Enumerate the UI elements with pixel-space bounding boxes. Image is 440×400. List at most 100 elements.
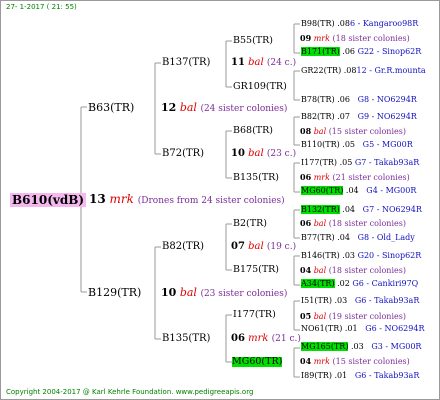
gen4-year: .05 xyxy=(339,158,353,167)
gen3-count: 05 xyxy=(300,311,312,321)
gen3-mating: 04 mrk (15 sister colonies) xyxy=(300,357,410,366)
gen4-row: MG165(TR) .03 G3 - MG00R xyxy=(301,342,422,351)
gen4-year: .06 xyxy=(342,47,356,56)
gen2-mark: bal xyxy=(248,148,264,159)
gen4-queen-name[interactable]: B98(TR) xyxy=(301,19,335,28)
root-drone-desc: (Drones from 24 sister colonies) xyxy=(137,196,285,206)
gen4-ref: G7 - NO6294R xyxy=(362,205,422,214)
gen4-ref: G3 - MG00R xyxy=(371,342,422,351)
gen4-year: .05 xyxy=(342,140,356,149)
gen4-year: .04 xyxy=(337,233,350,242)
gen2-mark: mrk xyxy=(248,333,269,344)
gen2-queen-name[interactable]: B137(TR) xyxy=(162,58,210,68)
gen1-father-name[interactable]: B129(TR) xyxy=(88,287,141,298)
gen4-row: B171(TR) .06 G22 - Sinop62R xyxy=(301,47,421,56)
gen4-year: .07 xyxy=(337,112,350,121)
gen4-year: .01 xyxy=(344,324,358,333)
gen3-count: 09 xyxy=(300,33,312,43)
gen4-year: .08 xyxy=(337,19,350,28)
gen1-mother-count: 12 xyxy=(161,101,177,114)
gen4-queen-name[interactable]: B171(TR) xyxy=(301,47,340,56)
gen3-queen-name[interactable]: B2(TR) xyxy=(233,219,267,229)
gen4-queen-name[interactable]: B110(TR) xyxy=(301,140,340,149)
gen1-mother-mating: 12 bal (24 sister colonies) xyxy=(161,102,287,114)
timestamp: 27- 1-2017 ( 21: 55) xyxy=(6,3,77,11)
gen3-desc: (15 sister colonies) xyxy=(328,127,406,136)
gen4-row: I51(TR) .03 G6 - Takab93aR xyxy=(301,297,419,305)
gen3-count: 06 xyxy=(300,172,312,182)
gen2-mating: 10 bal (23 c.) xyxy=(231,149,296,159)
gen3-mark: bal xyxy=(313,312,327,321)
gen2-desc: (21 c.) xyxy=(271,334,301,344)
gen3-queen-name[interactable]: MG60(TR) xyxy=(232,357,283,367)
gen3-queen-name[interactable]: I177(TR) xyxy=(233,310,276,320)
gen4-year: .03 xyxy=(351,342,364,351)
gen4-queen-name[interactable]: B146(TR) xyxy=(301,251,340,260)
gen2-count: 06 xyxy=(231,333,245,344)
gen4-queen-name[interactable]: NO61(TR) xyxy=(301,324,342,333)
gen4-year: .01 xyxy=(334,371,348,380)
gen4-ref: G6 - Takab93aR xyxy=(354,296,420,305)
gen4-row: B110(TR) .05 G5 - MG00R xyxy=(301,141,413,149)
gen4-queen-name[interactable]: I89(TR) xyxy=(301,371,332,380)
gen2-queen-name[interactable]: B135(TR) xyxy=(162,334,210,344)
gen4-row: GR22(TR) .0812 - Gr.R.mounta xyxy=(301,67,426,75)
gen4-ref: G8 - Old_Lady xyxy=(357,233,415,242)
gen3-queen-name[interactable]: B175(TR) xyxy=(233,265,279,275)
gen2-mating: 07 bal (19 c.) xyxy=(231,242,296,252)
gen3-mark: bal xyxy=(313,127,327,136)
gen4-queen-name[interactable]: B77(TR) xyxy=(301,233,335,242)
gen3-mark: mrk xyxy=(313,34,330,43)
gen4-ref: G5 - MG00R xyxy=(362,140,413,149)
gen4-row: B98(TR) .086 - Kangaroo98R xyxy=(301,20,418,28)
gen4-row: B82(TR) .07 G9 - NO6294R xyxy=(301,113,417,121)
gen4-row: B132(TR) .04 G7 - NO6294R xyxy=(301,205,422,214)
gen4-row: B78(TR) .06 G8 - NO6294R xyxy=(301,96,417,104)
gen4-queen-name[interactable]: MG165(TR) xyxy=(301,342,349,351)
gen3-mark: mrk xyxy=(313,357,330,366)
gen2-queen-name[interactable]: B82(TR) xyxy=(162,242,204,252)
gen3-mark: bal xyxy=(313,266,327,275)
gen4-queen-name[interactable]: I51(TR) xyxy=(301,296,332,305)
gen4-queen-name[interactable]: MG60(TR) xyxy=(301,186,344,195)
gen4-year: .02 xyxy=(337,279,350,288)
gen2-desc: (19 c.) xyxy=(266,242,297,252)
gen2-desc: (23 c.) xyxy=(266,149,297,159)
gen1-father-desc: (23 sister colonies) xyxy=(200,289,288,299)
pedigree-chart: 27- 1-2017 ( 21: 55) B610(vdB) 13 mrk (D… xyxy=(0,0,440,400)
gen2-mark: bal xyxy=(248,241,264,252)
gen2-mating: 11 bal (24 c.) xyxy=(231,58,296,68)
gen3-desc: (18 sister colonies) xyxy=(328,266,406,275)
gen4-queen-name[interactable]: I177(TR) xyxy=(301,158,337,167)
gen3-queen-name[interactable]: B135(TR) xyxy=(233,173,279,183)
gen3-desc: (18 sister colonies) xyxy=(328,219,406,228)
gen1-father-count: 10 xyxy=(161,286,177,299)
gen4-year: .03 xyxy=(334,296,348,305)
gen2-queen-name[interactable]: B72(TR) xyxy=(162,149,204,159)
gen3-queen-name[interactable]: GR109(TR) xyxy=(233,82,287,92)
gen3-desc: (15 sister colonies) xyxy=(332,357,410,366)
root-mating: 13 mrk (Drones from 24 sister colonies) xyxy=(89,193,285,206)
gen4-row: A34(TR) .02 G6 - Cankiri97Q xyxy=(301,279,419,288)
gen4-ref: G6 - Cankiri97Q xyxy=(352,279,419,288)
gen1-mother-desc: (24 sister colonies) xyxy=(200,104,288,114)
gen3-count: 04 xyxy=(300,356,312,366)
gen3-queen-name[interactable]: B68(TR) xyxy=(233,126,273,136)
gen4-queen-name[interactable]: A34(TR) xyxy=(301,279,335,288)
gen3-mating: 04 bal (18 sister colonies) xyxy=(300,266,406,275)
gen4-queen-name[interactable]: B132(TR) xyxy=(301,205,340,214)
gen2-desc: (24 c.) xyxy=(266,58,297,68)
gen1-mother-name[interactable]: B63(TR) xyxy=(88,102,134,113)
gen4-row: I177(TR) .05 G7 - Takab93aR xyxy=(301,159,419,167)
gen3-mating: 05 bal (19 sister colonies) xyxy=(300,312,406,321)
gen4-ref: G20 - Sinop62R xyxy=(357,251,422,260)
root-queen-name[interactable]: B610(vdB) xyxy=(10,193,87,207)
gen3-queen-name[interactable]: B55(TR) xyxy=(233,36,273,46)
gen4-queen-name[interactable]: GR22(TR) xyxy=(301,66,341,75)
gen3-mating: 09 mrk (18 sister colonies) xyxy=(300,34,410,43)
gen4-queen-name[interactable]: B82(TR) xyxy=(301,112,335,121)
gen4-ref: G4 - MG00R xyxy=(366,186,417,195)
gen4-queen-name[interactable]: B78(TR) xyxy=(301,95,335,104)
gen1-father-mark: bal xyxy=(179,286,197,299)
gen4-ref: 6 - Kangaroo98R xyxy=(349,19,419,28)
